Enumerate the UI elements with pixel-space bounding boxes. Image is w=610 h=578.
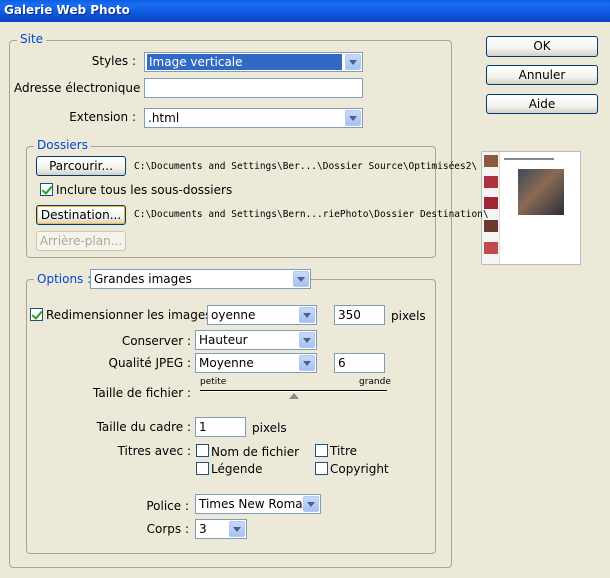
folders-legend: Dossiers	[34, 138, 91, 152]
options-mode-select[interactable]: Grandes images	[90, 269, 311, 289]
title-caption-checkbox[interactable]	[196, 462, 209, 475]
constrain-value: Hauteur	[199, 333, 248, 347]
include-subfolders-checkbox[interactable]	[40, 183, 53, 196]
chevron-down-icon[interactable]	[345, 54, 361, 70]
extension-select[interactable]: .html	[144, 108, 363, 128]
chevron-down-icon[interactable]	[299, 307, 315, 323]
destination-button[interactable]: Destination...	[36, 205, 126, 225]
jpeg-quality-select[interactable]: Moyenne	[195, 353, 317, 373]
font-size-select[interactable]: 3	[195, 519, 247, 539]
title-caption-label: Légende	[211, 462, 263, 476]
chevron-down-icon[interactable]	[229, 521, 245, 537]
browse-button[interactable]: Parcourir...	[36, 156, 126, 176]
preview-thumb-image	[484, 197, 498, 209]
resize-pixels-input[interactable]: 350	[334, 305, 385, 325]
styles-label: Styles :	[91, 54, 136, 68]
chevron-down-icon[interactable]	[303, 496, 319, 512]
title-filename-label: Nom de fichier	[211, 445, 300, 459]
file-size-slider-track[interactable]	[200, 390, 387, 392]
constrain-select[interactable]: Hauteur	[195, 330, 317, 350]
style-preview-thumbnail	[481, 151, 581, 265]
jpeg-quality-input[interactable]: 6	[334, 353, 385, 373]
options-legend: Options :	[34, 272, 95, 286]
destination-path: C:\Documents and Settings\Bern...riePhot…	[134, 209, 489, 220]
source-path: C:\Documents and Settings\Ber...\Dossier…	[134, 161, 478, 172]
background-button[interactable]: Arrière-plan...	[36, 231, 126, 251]
styles-value: Image verticale	[147, 54, 342, 70]
help-button[interactable]: Aide	[486, 94, 598, 114]
include-subfolders-label: Inclure tous les sous-dossiers	[56, 183, 233, 197]
cancel-button[interactable]: Annuler	[486, 65, 598, 85]
preview-heading-line	[504, 158, 554, 160]
preview-sidebar	[482, 152, 500, 264]
title-bar: Galerie Web Photo	[0, 0, 610, 22]
border-size-unit: pixels	[252, 421, 287, 435]
title-title-label: Titre	[330, 444, 358, 458]
ok-button[interactable]: OK	[486, 36, 598, 57]
preview-thumb-image	[484, 242, 498, 254]
title-copyright-checkbox[interactable]	[315, 462, 328, 475]
options-mode-value: Grandes images	[94, 272, 192, 286]
font-size-value: 3	[199, 522, 207, 536]
resize-pixels-unit: pixels	[391, 309, 426, 323]
file-size-slider-handle[interactable]	[288, 393, 299, 399]
resize-images-checkbox[interactable]	[30, 308, 43, 321]
window-title: Galerie Web Photo	[4, 3, 130, 17]
file-size-label: Taille de fichier :	[93, 386, 191, 400]
preview-thumb-image	[484, 176, 498, 188]
resize-size-select[interactable]: oyenne	[207, 305, 317, 325]
preview-thumb-image	[484, 155, 498, 167]
email-field[interactable]	[144, 78, 363, 98]
site-legend: Site	[17, 32, 47, 46]
jpeg-quality-label: Qualité JPEG :	[108, 356, 192, 370]
titles-label: Titres avec :	[117, 444, 191, 458]
title-title-checkbox[interactable]	[315, 444, 328, 457]
title-filename-checkbox[interactable]	[196, 444, 209, 457]
resize-size-value: oyenne	[211, 308, 256, 322]
file-size-min-label: petite	[200, 377, 227, 387]
chevron-down-icon[interactable]	[299, 355, 315, 371]
file-size-max-label: grande	[359, 377, 391, 387]
font-size-label: Corps :	[146, 522, 189, 536]
jpeg-quality-value: Moyenne	[199, 356, 254, 370]
font-value: Times New Roman	[199, 497, 311, 511]
chevron-down-icon[interactable]	[345, 110, 361, 126]
extension-label: Extension :	[69, 110, 136, 124]
chevron-down-icon[interactable]	[293, 271, 309, 287]
email-label: Adresse électronique :	[14, 81, 149, 95]
resize-images-label: Redimensionner les images :	[46, 308, 220, 322]
preview-thumb-image	[484, 220, 498, 232]
extension-value: .html	[148, 111, 180, 125]
border-size-label: Taille du cadre :	[96, 420, 191, 434]
styles-select[interactable]: Image verticale	[144, 52, 363, 72]
preview-main-photo	[518, 169, 564, 215]
border-size-input[interactable]: 1	[195, 417, 246, 437]
font-select[interactable]: Times New Roman	[195, 494, 321, 514]
title-copyright-label: Copyright	[330, 462, 389, 476]
chevron-down-icon[interactable]	[299, 332, 315, 348]
font-label: Police :	[146, 499, 189, 513]
constrain-label: Conserver :	[121, 334, 191, 348]
